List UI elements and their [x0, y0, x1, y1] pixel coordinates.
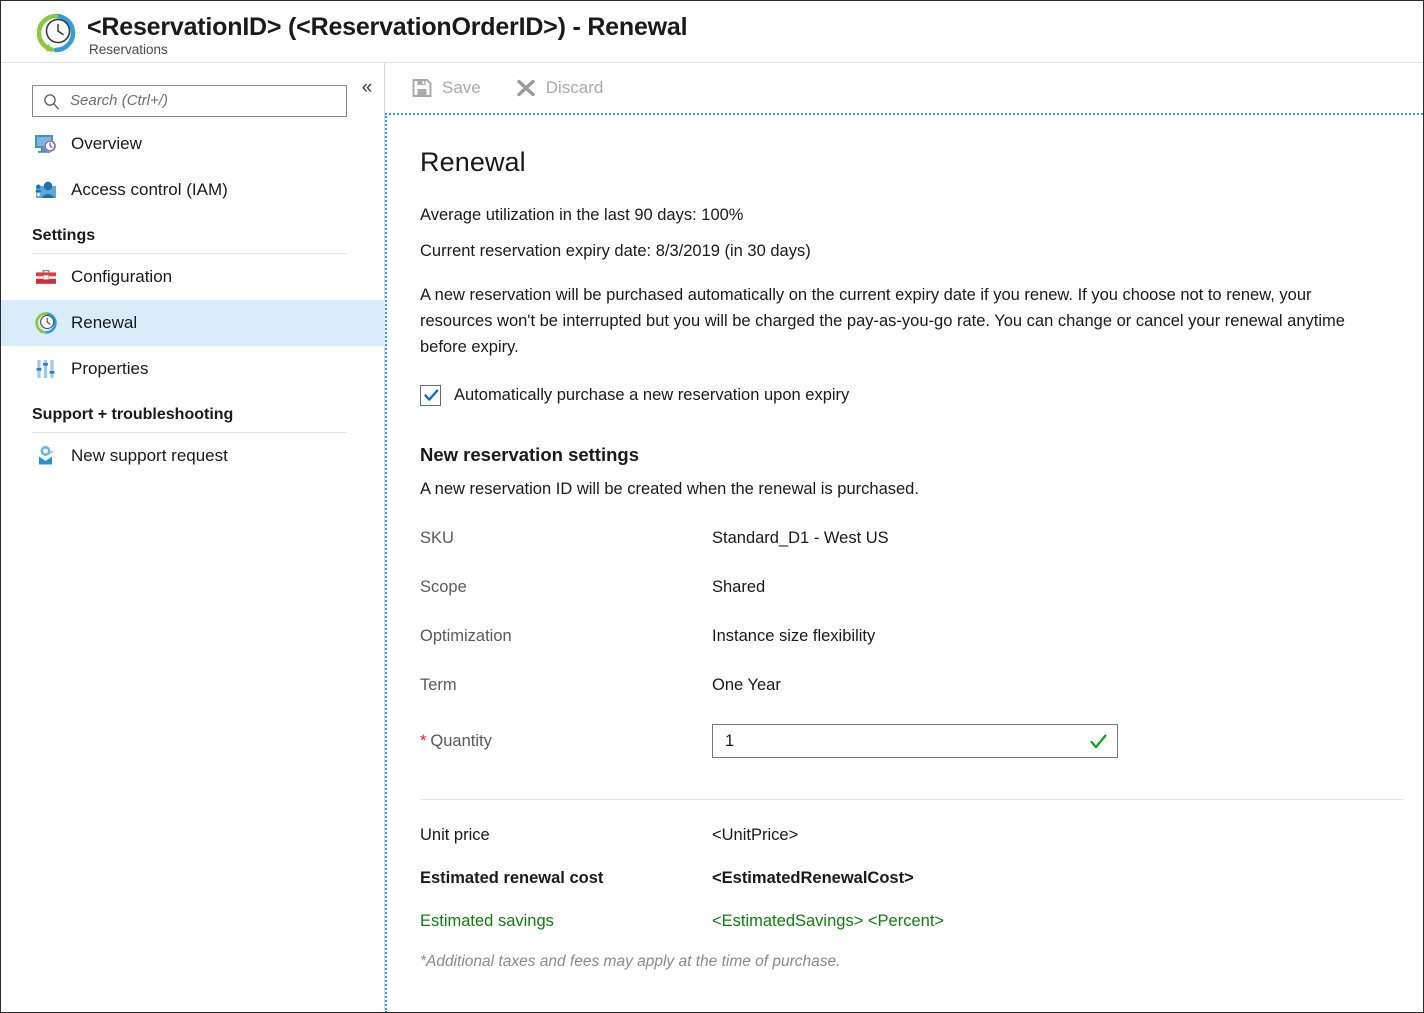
search-input[interactable]: Search (Ctrl+/) — [70, 92, 168, 109]
blade-header: <ReservationID> (<ReservationOrderID>) -… — [1, 1, 1423, 63]
nav-group-settings: Settings — [1, 227, 385, 254]
auto-purchase-checkbox[interactable] — [420, 385, 441, 406]
auto-purchase-checkbox-row[interactable]: Automatically purchase a new reservation… — [420, 385, 849, 406]
quantity-label-text: Quantity — [430, 732, 491, 750]
breadcrumb: Reservations — [89, 42, 168, 57]
field-row-quantity: *Quantity — [420, 724, 1413, 758]
price-row-unit-price: Unit price <UnitPrice> — [420, 826, 1413, 845]
nav-group-title: Support + troubleshooting — [32, 406, 347, 432]
sidebar-item-label: Overview — [71, 134, 142, 154]
price-value: <EstimatedRenewalCost> — [712, 869, 914, 888]
sidebar-item-properties[interactable]: Properties — [1, 346, 385, 392]
sidebar-item-new-support-request[interactable]: New support request — [1, 433, 385, 479]
field-value: Standard_D1 - West US — [712, 529, 889, 548]
save-label: Save — [442, 78, 481, 98]
azure-portal-blade: <ReservationID> (<ReservationOrderID>) -… — [0, 0, 1424, 1013]
nav-spacer — [1, 392, 385, 406]
save-button[interactable]: Save — [411, 77, 481, 99]
quantity-input-container[interactable] — [712, 724, 1118, 758]
sidebar-nav: Overview Access control (IAM) — [1, 121, 385, 479]
support-request-icon — [33, 443, 59, 469]
field-label: Optimization — [420, 627, 712, 646]
page-title: <ReservationID> (<ReservationOrderID>) -… — [87, 13, 687, 42]
sidebar-item-renewal[interactable]: Renewal — [1, 300, 385, 346]
price-value: <UnitPrice> — [712, 826, 798, 845]
divider — [420, 799, 1404, 800]
overview-monitor-icon — [33, 131, 59, 157]
price-row-estimated-savings: Estimated savings <EstimatedSavings> <Pe… — [420, 912, 1413, 931]
nav-group-title: Settings — [32, 227, 347, 253]
nav-spacer — [1, 213, 385, 227]
field-row-optimization: Optimization Instance size flexibility — [420, 627, 1413, 646]
required-marker: * — [420, 732, 426, 750]
search-input-container[interactable]: Search (Ctrl+/) — [32, 85, 347, 117]
sidebar-item-label: Access control (IAM) — [71, 180, 228, 200]
nav-group-support: Support + troubleshooting — [1, 406, 385, 433]
field-label: Scope — [420, 578, 712, 597]
section-heading: Renewal — [420, 115, 1413, 178]
clock-renewal-icon — [33, 310, 59, 336]
sidebar-item-label: Configuration — [71, 267, 172, 287]
field-label: SKU — [420, 529, 712, 548]
green-check-icon — [1089, 732, 1108, 751]
price-label: Estimated savings — [420, 912, 712, 931]
field-value: Instance size flexibility — [712, 627, 875, 646]
expiry-date-text: Current reservation expiry date: 8/3/201… — [420, 242, 1413, 261]
sidebar-search-row: Search (Ctrl+/) « — [1, 63, 385, 121]
save-disk-icon — [411, 77, 433, 99]
field-label: Term — [420, 676, 712, 695]
sliders-icon — [33, 356, 59, 382]
search-icon — [43, 93, 60, 110]
clock-reservation-icon — [33, 10, 79, 56]
close-x-icon — [515, 77, 537, 99]
price-label: Unit price — [420, 826, 712, 845]
new-reservation-settings-heading: New reservation settings — [420, 444, 1413, 466]
quantity-input[interactable] — [713, 725, 1083, 757]
auto-purchase-label: Automatically purchase a new reservation… — [454, 386, 849, 405]
renewal-panel: Renewal Average utilization in the last … — [385, 113, 1423, 1013]
sidebar-item-configuration[interactable]: Configuration — [1, 254, 385, 300]
field-row-term: Term One Year — [420, 676, 1413, 695]
field-value: One Year — [712, 676, 781, 695]
utilization-text: Average utilization in the last 90 days:… — [420, 206, 1413, 225]
renewal-description: A new reservation will be purchased auto… — [420, 282, 1388, 360]
price-value: <EstimatedSavings> <Percent> — [712, 912, 944, 931]
sidebar-item-access-control[interactable]: Access control (IAM) — [1, 167, 385, 213]
taxes-footnote: *Additional taxes and fees may apply at … — [420, 953, 1413, 971]
check-icon — [423, 387, 440, 404]
field-value: Shared — [712, 578, 765, 597]
sidebar-item-overview[interactable]: Overview — [1, 121, 385, 167]
price-label: Estimated renewal cost — [420, 869, 712, 888]
quantity-label: *Quantity — [420, 732, 712, 751]
field-row-sku: SKU Standard_D1 - West US — [420, 529, 1413, 548]
access-control-user-icon — [33, 177, 59, 203]
sidebar-item-label: Renewal — [71, 313, 137, 333]
content-area: Save Discard Renewal Average utilization… — [385, 63, 1423, 1013]
discard-label: Discard — [546, 78, 604, 98]
new-reservation-settings-subtitle: A new reservation ID will be created whe… — [420, 480, 1413, 499]
discard-button[interactable]: Discard — [515, 77, 604, 99]
sidebar: Search (Ctrl+/) « — [1, 63, 385, 1013]
sidebar-item-label: New support request — [71, 446, 228, 466]
command-toolbar: Save Discard — [385, 63, 1423, 113]
collapse-sidebar-button[interactable]: « — [356, 75, 378, 101]
field-row-scope: Scope Shared — [420, 578, 1413, 597]
toolbox-icon — [33, 264, 59, 290]
sidebar-item-label: Properties — [71, 359, 148, 379]
price-row-estimated-renewal-cost: Estimated renewal cost <EstimatedRenewal… — [420, 869, 1413, 888]
